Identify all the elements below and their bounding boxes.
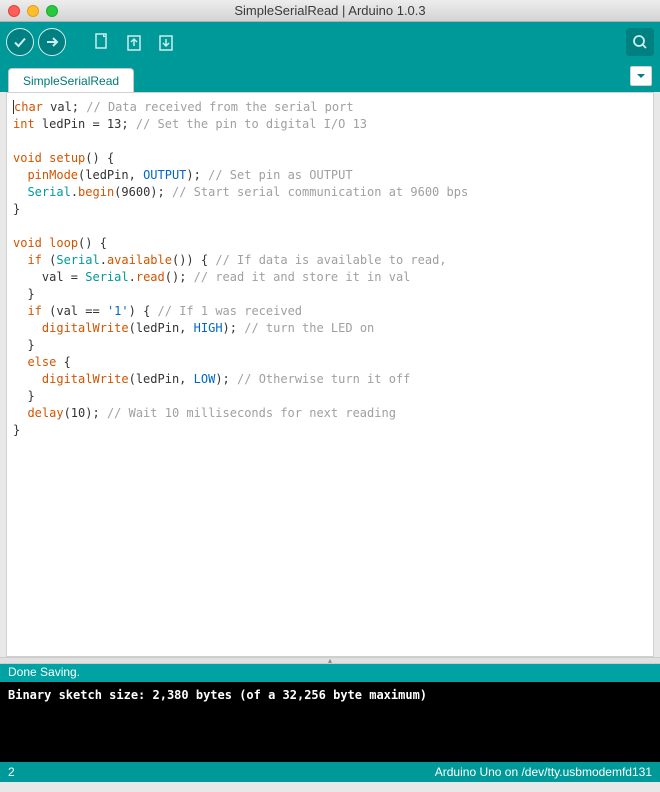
status-bar: Done Saving. bbox=[0, 664, 660, 682]
open-file-button[interactable] bbox=[120, 28, 148, 56]
console-line: Binary sketch size: 2,380 bytes (of a 32… bbox=[8, 688, 652, 702]
tab-menu-button[interactable] bbox=[630, 66, 652, 86]
serial-monitor-button[interactable] bbox=[626, 28, 654, 56]
code-content[interactable]: char val; // Data received from the seri… bbox=[7, 93, 653, 445]
splitter-handle[interactable]: ▴ bbox=[0, 657, 660, 664]
close-icon[interactable] bbox=[8, 5, 20, 17]
window-titlebar: SimpleSerialRead | Arduino 1.0.3 bbox=[0, 0, 660, 22]
upload-button[interactable] bbox=[38, 28, 66, 56]
maximize-icon[interactable] bbox=[46, 5, 58, 17]
tab-simpleserialread[interactable]: SimpleSerialRead bbox=[8, 68, 134, 92]
traffic-lights bbox=[8, 5, 58, 17]
board-port-label: Arduino Uno on /dev/tty.usbmodemfd131 bbox=[15, 765, 652, 779]
console-output[interactable]: Binary sketch size: 2,380 bytes (of a 32… bbox=[0, 682, 660, 762]
line-number: 2 bbox=[8, 765, 15, 779]
minimize-icon[interactable] bbox=[27, 5, 39, 17]
tab-bar: SimpleSerialRead bbox=[0, 62, 660, 92]
verify-button[interactable] bbox=[6, 28, 34, 56]
footer-bar: 2 Arduino Uno on /dev/tty.usbmodemfd131 bbox=[0, 762, 660, 782]
window-title: SimpleSerialRead | Arduino 1.0.3 bbox=[0, 3, 660, 18]
save-button[interactable] bbox=[152, 28, 180, 56]
new-file-button[interactable] bbox=[88, 28, 116, 56]
code-editor[interactable]: char val; // Data received from the seri… bbox=[6, 92, 654, 657]
toolbar bbox=[0, 22, 660, 62]
